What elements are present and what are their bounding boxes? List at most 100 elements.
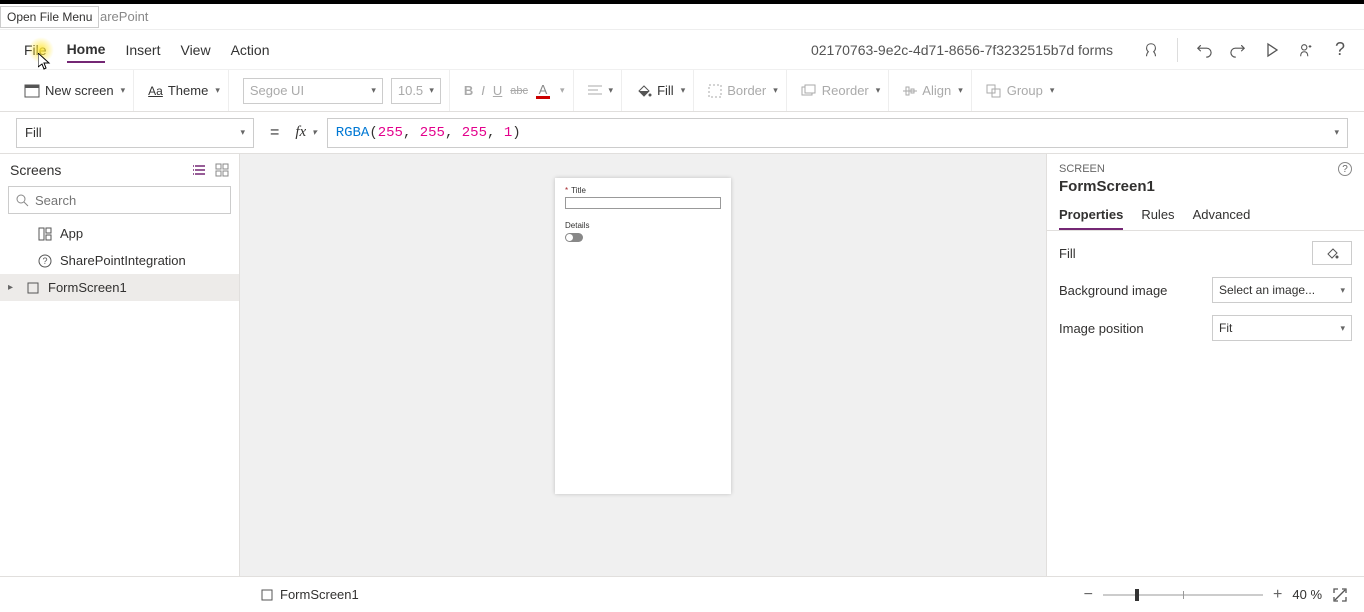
- font-size-value: 10.5: [398, 83, 423, 98]
- zoom-out-button[interactable]: −: [1084, 586, 1093, 604]
- tree-label: App: [60, 226, 83, 241]
- tree: App ? SharePointIntegration ▸ FormScreen…: [0, 220, 239, 576]
- zoom-slider[interactable]: [1103, 594, 1263, 596]
- play-icon[interactable]: [1264, 42, 1280, 58]
- font-size-select[interactable]: 10.5 ▾: [391, 78, 441, 104]
- menu-action[interactable]: Action: [231, 38, 270, 62]
- chevron-down-icon: ▾: [876, 85, 881, 96]
- border-label: Border: [727, 83, 766, 98]
- formula-bar: Fill ▾ = fx ▾ RGBA(255, 255, 255, 1) ▾: [0, 112, 1364, 154]
- reorder-button[interactable]: Reorder ▾: [801, 83, 881, 98]
- prop-img-position: Image position Fit ▾: [1059, 315, 1352, 341]
- details-label: Details: [565, 221, 721, 230]
- theme-button[interactable]: Aa Theme ▾: [148, 83, 220, 98]
- menu-file[interactable]: File: [24, 38, 47, 62]
- prop-fill: Fill: [1059, 241, 1352, 265]
- document-title: 02170763-9e2c-4d71-8656-7f3232515b7d for…: [811, 42, 1113, 58]
- underline-button[interactable]: U: [493, 83, 502, 98]
- search-box[interactable]: [8, 186, 231, 214]
- screen-icon: [260, 588, 274, 602]
- tree-label: FormScreen1: [48, 280, 127, 295]
- chevron-down-icon[interactable]: ▾: [1334, 128, 1339, 138]
- fill-icon: [636, 83, 652, 99]
- zoom-value: 40 %: [1292, 587, 1322, 602]
- tree-item-sharepoint[interactable]: ? SharePointIntegration: [0, 247, 239, 274]
- details-toggle[interactable]: [565, 233, 583, 242]
- file-tooltip: Open File Menu: [0, 6, 99, 28]
- font-select[interactable]: Segoe UI ▾: [243, 78, 383, 104]
- reorder-icon: [801, 84, 817, 98]
- tree-label: SharePointIntegration: [60, 253, 186, 268]
- bold-button[interactable]: B: [464, 83, 473, 98]
- menu-insert[interactable]: Insert: [125, 38, 160, 62]
- theme-label: Theme: [168, 83, 208, 98]
- search-icon: [15, 193, 29, 207]
- screens-title: Screens: [10, 162, 61, 178]
- undo-icon[interactable]: [1196, 42, 1212, 58]
- expand-icon[interactable]: ▸: [8, 282, 18, 293]
- title-input[interactable]: [565, 197, 721, 209]
- align-text-button[interactable]: ▾: [588, 85, 614, 97]
- divider: [1177, 38, 1178, 62]
- align-label: Align: [922, 83, 951, 98]
- tab-properties[interactable]: Properties: [1059, 201, 1123, 230]
- bg-image-select[interactable]: Select an image... ▾: [1212, 277, 1352, 303]
- fill-color-picker[interactable]: [1312, 241, 1352, 265]
- svg-text:?: ?: [42, 256, 47, 266]
- zoom-in-button[interactable]: +: [1273, 586, 1282, 604]
- theme-icon: Aa: [148, 84, 163, 98]
- form-canvas[interactable]: * Title Details: [555, 178, 731, 494]
- component-name: FormScreen1: [1047, 178, 1364, 201]
- section-label: Screen: [1059, 163, 1105, 175]
- prop-fill-label: Fill: [1059, 246, 1076, 261]
- canvas-area[interactable]: * Title Details: [240, 154, 1046, 576]
- info-icon: ?: [38, 254, 52, 268]
- zoom-thumb[interactable]: [1135, 589, 1139, 601]
- chevron-down-icon: ▾: [240, 127, 245, 138]
- group-button[interactable]: Group ▾: [986, 83, 1055, 98]
- formula-input[interactable]: RGBA(255, 255, 255, 1) ▾: [327, 118, 1348, 148]
- search-input[interactable]: [35, 193, 224, 208]
- toolbar: New screen ▾ Aa Theme ▾ Segoe UI ▾ 10.5 …: [0, 70, 1364, 112]
- status-bar: FormScreen1 − + 40 %: [0, 576, 1364, 612]
- current-screen-indicator[interactable]: FormScreen1: [260, 587, 359, 602]
- tab-rules[interactable]: Rules: [1141, 201, 1174, 230]
- tree-item-formscreen[interactable]: ▸ FormScreen1: [0, 274, 239, 301]
- font-value: Segoe UI: [250, 83, 304, 98]
- chevron-down-icon: ▾: [1340, 323, 1345, 334]
- fit-screen-icon[interactable]: [1332, 587, 1348, 603]
- chevron-down-icon: ▾: [121, 85, 126, 96]
- formula-text: RGBA(255, 255, 255, 1): [336, 125, 521, 141]
- chevron-down-icon: ▾: [1340, 285, 1345, 296]
- font-color-button[interactable]: A: [536, 83, 550, 99]
- tree-item-app[interactable]: App: [0, 220, 239, 247]
- fx-button[interactable]: fx ▾: [295, 124, 316, 141]
- new-screen-button[interactable]: New screen ▾: [24, 83, 125, 98]
- img-position-select[interactable]: Fit ▾: [1212, 315, 1352, 341]
- title-field-label: * Title: [565, 186, 721, 195]
- toggle-knob: [566, 234, 573, 241]
- new-screen-label: New screen: [45, 83, 114, 98]
- redo-icon[interactable]: [1230, 42, 1246, 58]
- menu-view[interactable]: View: [180, 38, 210, 62]
- tab-advanced[interactable]: Advanced: [1193, 201, 1251, 230]
- align-button[interactable]: Align ▾: [903, 83, 962, 98]
- main-area: Screens App ? SharePoi: [0, 154, 1364, 576]
- chevron-down-icon: ▾: [429, 85, 434, 96]
- app-checker-icon[interactable]: [1143, 42, 1159, 58]
- italic-button[interactable]: I: [481, 83, 485, 98]
- strike-button[interactable]: abc: [510, 85, 528, 97]
- menu-bar: File Home Insert View Action 02170763-9e…: [0, 30, 1364, 70]
- share-icon[interactable]: [1298, 42, 1314, 58]
- fill-button[interactable]: Fill ▾: [636, 83, 685, 99]
- border-button[interactable]: Border ▾: [708, 83, 778, 98]
- chevron-down-icon: ▾: [1050, 85, 1055, 96]
- help-icon[interactable]: ?: [1332, 42, 1348, 58]
- chevron-down-icon: ▾: [215, 85, 220, 96]
- breadcrumb[interactable]: arePoint: [0, 4, 1364, 30]
- property-select[interactable]: Fill ▾: [16, 118, 254, 148]
- list-view-icon[interactable]: [193, 163, 207, 177]
- grid-view-icon[interactable]: [215, 163, 229, 177]
- menu-home[interactable]: Home: [67, 37, 106, 63]
- help-icon[interactable]: ?: [1338, 162, 1352, 176]
